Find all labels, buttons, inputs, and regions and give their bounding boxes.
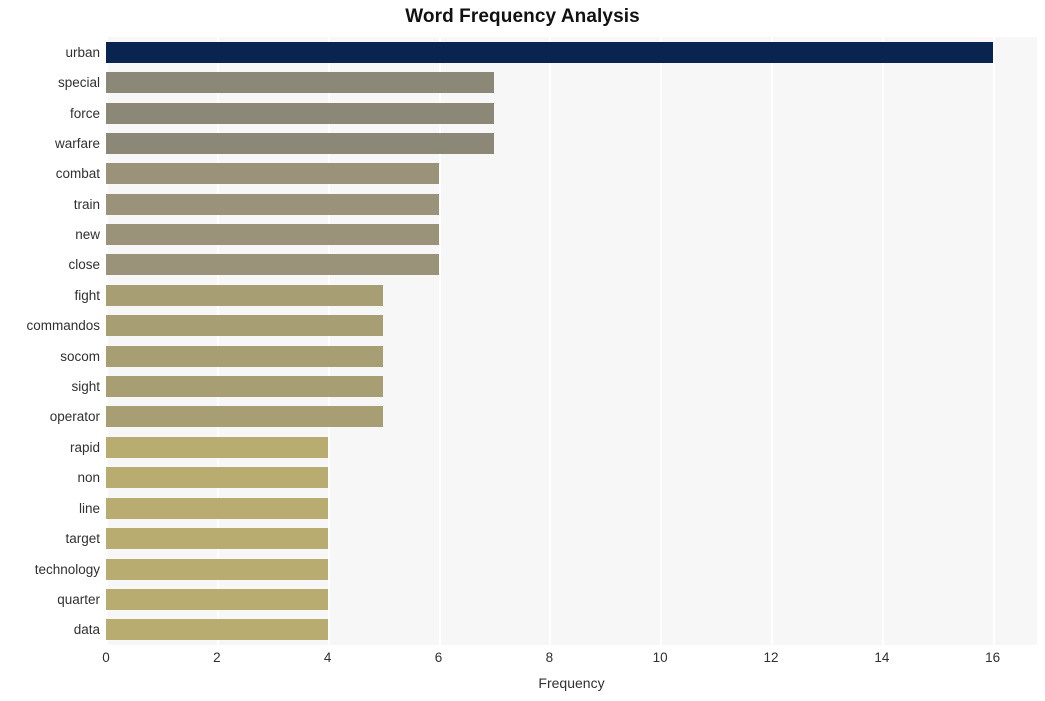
y-axis-label-operator: operator <box>49 409 100 424</box>
y-axis-label-sight: sight <box>71 379 100 394</box>
bar-commandos[interactable] <box>106 315 384 336</box>
y-axis-label-socom: socom <box>60 349 100 364</box>
bar-row <box>106 163 1037 184</box>
y-axis-label-quarter: quarter <box>57 592 100 607</box>
y-axis-label-non: non <box>77 470 100 485</box>
bar-urban[interactable] <box>106 42 993 63</box>
gridline <box>881 37 884 645</box>
bar-technology[interactable] <box>106 559 328 580</box>
bar-row <box>106 346 1037 367</box>
chart-figure: Word Frequency Analysis urban special forc… <box>0 0 1045 701</box>
bar-row <box>106 376 1037 397</box>
y-axis-label-new: new <box>75 227 100 242</box>
bar-non[interactable] <box>106 467 328 488</box>
bar-close[interactable] <box>106 254 439 275</box>
gridline <box>771 37 773 645</box>
x-tick-6: 6 <box>434 650 443 665</box>
bar-quarter[interactable] <box>106 589 328 610</box>
bar-operator[interactable] <box>106 406 384 427</box>
bar-row <box>106 133 1037 154</box>
y-axis-label-data: data <box>73 622 100 637</box>
y-axis-label-train: train <box>73 197 100 212</box>
gridline <box>216 37 219 645</box>
bar-row <box>106 72 1037 93</box>
bar-rapid[interactable] <box>106 437 328 458</box>
gridline <box>660 37 663 645</box>
bar-line[interactable] <box>106 498 328 519</box>
bar-train[interactable] <box>106 194 439 215</box>
y-axis-label-special: special <box>57 75 100 90</box>
bar-special[interactable] <box>106 72 494 93</box>
bar-row <box>106 467 1037 488</box>
bar-row <box>106 103 1037 124</box>
bar-socom[interactable] <box>106 346 384 367</box>
gridline <box>992 37 995 645</box>
y-axis-label-urban: urban <box>65 45 100 60</box>
gridline <box>327 37 330 645</box>
bar-row <box>106 194 1037 215</box>
page-title: Word Frequency Analysis <box>405 6 640 27</box>
bar-combat[interactable] <box>106 163 439 184</box>
y-axis-label-warfare: warfare <box>54 136 100 151</box>
x-tick-2: 2 <box>213 650 221 665</box>
bar-row <box>106 254 1037 275</box>
bar-warfare[interactable] <box>106 133 494 154</box>
y-axis-label-force: force <box>69 106 100 121</box>
bar-row <box>106 285 1037 306</box>
bar-row <box>106 559 1037 580</box>
x-tick-16: 16 <box>985 650 1001 665</box>
gridline <box>106 37 108 645</box>
x-tick-10: 10 <box>652 650 668 665</box>
y-axis-label-commandos: commandos <box>26 318 100 333</box>
bar-row <box>106 498 1037 519</box>
x-tick-12: 12 <box>763 650 779 665</box>
bar-row <box>106 42 1037 63</box>
bar-row <box>106 528 1037 549</box>
bar-row <box>106 315 1037 336</box>
bar-row <box>106 224 1037 245</box>
y-axis-label-line: line <box>78 501 100 516</box>
y-axis-label-fight: fight <box>74 288 100 303</box>
gridline <box>438 37 441 645</box>
bar-data[interactable] <box>106 619 328 640</box>
bar-fight[interactable] <box>106 285 384 306</box>
bar-row <box>106 406 1037 427</box>
plot-area <box>106 37 1037 645</box>
x-tick-8: 8 <box>545 650 554 665</box>
bar-row <box>106 619 1037 640</box>
bar-row <box>106 437 1037 458</box>
y-axis-label-technology: technology <box>34 562 100 577</box>
x-tick-14: 14 <box>874 650 890 665</box>
bar-force[interactable] <box>106 103 494 124</box>
x-axis-title: Frequency <box>538 675 605 691</box>
bar-row <box>106 589 1037 610</box>
x-tick-4: 4 <box>323 650 332 665</box>
y-axis-label-rapid: rapid <box>69 440 100 455</box>
y-axis-label-target: target <box>65 531 100 546</box>
bar-sight[interactable] <box>106 376 384 397</box>
bar-target[interactable] <box>106 528 328 549</box>
gridline <box>549 37 552 645</box>
bar-new[interactable] <box>106 224 439 245</box>
y-axis-label-close: close <box>68 257 100 272</box>
x-tick-0: 0 <box>102 650 110 665</box>
y-axis-label-combat: combat <box>55 166 100 181</box>
